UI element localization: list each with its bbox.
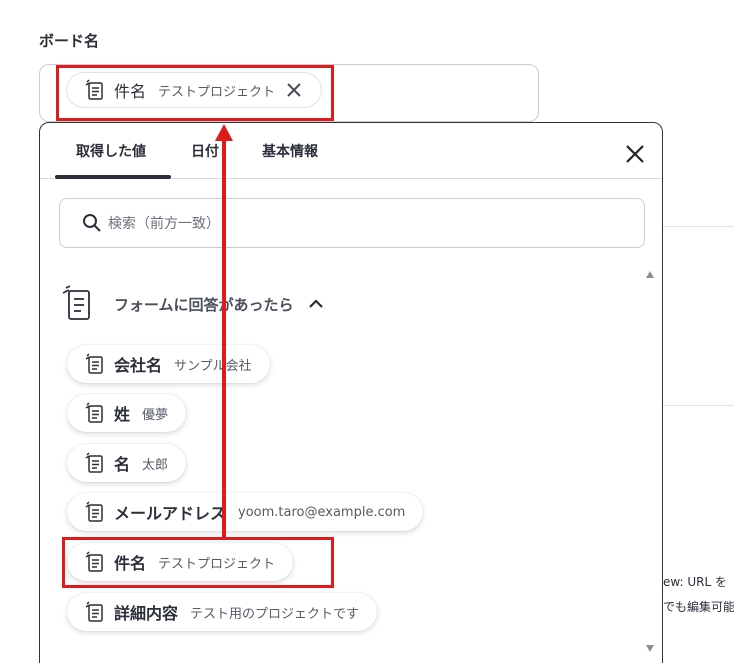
highlight-box-selected — [56, 65, 334, 121]
background-divider — [663, 226, 734, 227]
chip-value: テスト用のプロジェクトです — [190, 606, 360, 622]
value-chip-details[interactable]: 詳細内容 テスト用のプロジェクトです — [67, 593, 378, 631]
form-field-icon — [83, 353, 105, 375]
chip-value: yoom.taro@example.com — [238, 504, 406, 520]
highlight-arrow-line — [222, 138, 226, 538]
field-label: ボード名 — [39, 32, 100, 50]
chip-value: 優夢 — [142, 407, 169, 423]
value-chip-email[interactable]: メールアドレス yoom.taro@example.com — [67, 493, 424, 531]
highlight-arrow-head — [215, 124, 233, 141]
highlight-box-source — [62, 537, 334, 588]
scroll-down-arrow[interactable] — [646, 645, 654, 652]
chip-value: 太郎 — [142, 457, 169, 473]
form-field-icon — [83, 501, 105, 523]
background-divider — [663, 405, 734, 406]
group-header-form-response[interactable]: フォームに回答があったら — [60, 285, 324, 323]
search-input[interactable]: 検索（前方一致） — [59, 198, 645, 248]
form-trigger-icon — [60, 285, 94, 323]
background-text: ew: URL を — [663, 575, 728, 589]
chip-name: 姓 — [114, 405, 131, 424]
form-field-icon — [83, 601, 105, 623]
chip-name: 名 — [114, 455, 131, 474]
search-icon — [82, 213, 102, 233]
chip-value: サンプル会社 — [174, 358, 252, 374]
value-chip-company[interactable]: 会社名 サンプル会社 — [67, 345, 270, 383]
tab-basic-info[interactable]: 基本情報 — [262, 141, 318, 161]
tab-bar: 取得した値 日付 基本情報 — [40, 123, 662, 179]
background-text: でも編集可能 — [663, 600, 734, 614]
close-icon[interactable] — [624, 143, 646, 165]
tab-acquired-values[interactable]: 取得した値 — [76, 141, 146, 161]
tab-date[interactable]: 日付 — [191, 141, 219, 161]
form-field-icon — [83, 402, 105, 424]
value-chip-last-name[interactable]: 姓 優夢 — [67, 394, 187, 432]
search-placeholder: 検索（前方一致） — [108, 216, 220, 232]
form-field-icon — [83, 452, 105, 474]
active-tab-indicator — [55, 175, 171, 179]
chip-name: 会社名 — [114, 356, 163, 375]
scroll-up-arrow[interactable] — [646, 271, 654, 278]
chip-name: メールアドレス — [114, 504, 227, 523]
value-chip-first-name[interactable]: 名 太郎 — [67, 444, 187, 482]
chip-name: 詳細内容 — [114, 604, 179, 623]
chevron-up-icon[interactable] — [308, 296, 324, 312]
group-label: フォームに回答があったら — [114, 295, 294, 314]
